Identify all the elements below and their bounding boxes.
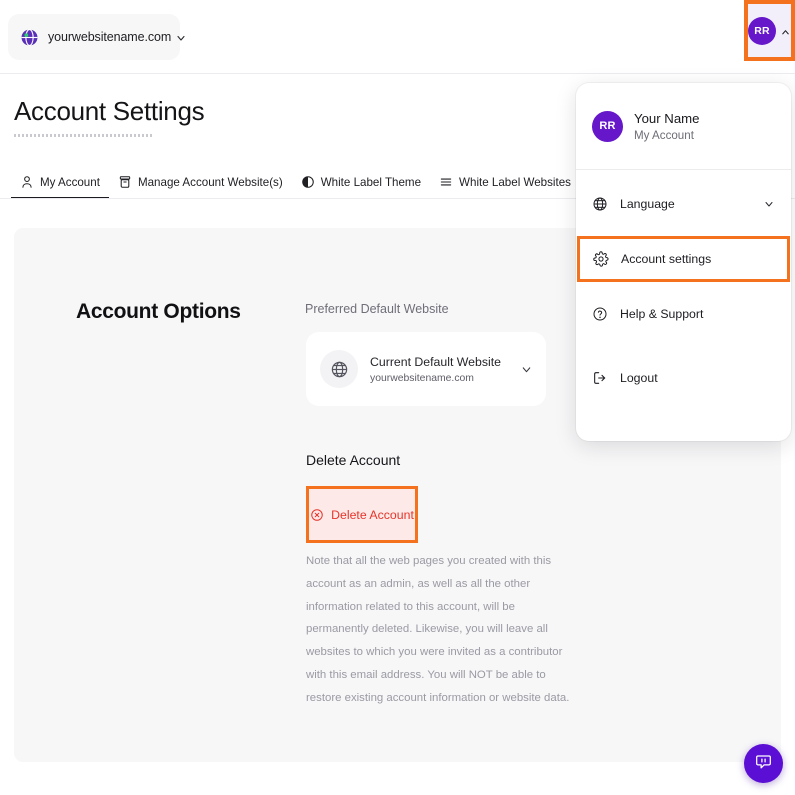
account-avatar-button[interactable]: RR: [744, 0, 795, 61]
gear-icon: [593, 251, 609, 267]
delete-account-note: Note that all the web pages you created …: [306, 550, 578, 710]
menu-item-help-support[interactable]: Help & Support: [576, 282, 791, 346]
globe-icon: [20, 28, 39, 47]
account-dropdown-menu: RR Your Name My Account Language: [576, 83, 791, 441]
site-selector[interactable]: yourwebsitename.com: [8, 14, 180, 60]
tab-white-label-theme[interactable]: White Label Theme: [292, 165, 430, 199]
user-icon: [20, 175, 34, 189]
menu-profile-subtitle: My Account: [634, 129, 700, 142]
chevron-down-icon: [175, 31, 187, 43]
archive-icon: [118, 175, 132, 189]
app-root: yourwebsitename.com RR Account Settings: [0, 0, 795, 795]
tab-my-account[interactable]: My Account: [11, 165, 109, 199]
menu-items: Language Account settings: [576, 170, 791, 410]
menu-item-language[interactable]: Language: [576, 172, 791, 236]
logout-icon: [592, 370, 608, 386]
menu-item-label: Help & Support: [620, 307, 775, 321]
globe-icon: [592, 196, 608, 212]
default-website-subtitle: yourwebsitename.com: [370, 373, 516, 384]
tab-manage-account-websites[interactable]: Manage Account Website(s): [109, 165, 292, 199]
section-title: Account Options: [76, 300, 241, 324]
tab-label: White Label Theme: [321, 176, 421, 189]
menu-item-label: Language: [620, 197, 751, 211]
globe-icon: [320, 350, 358, 388]
avatar: RR: [748, 17, 776, 45]
title-underline-decoration: [14, 134, 154, 137]
chat-bubble-icon: [754, 752, 773, 776]
tab-label: White Label Websites: [459, 176, 571, 189]
delete-account-button[interactable]: Delete Account: [306, 486, 418, 543]
chat-support-button[interactable]: [744, 744, 783, 783]
delete-account-button-label: Delete Account: [331, 508, 414, 522]
menu-item-label: Logout: [620, 371, 775, 385]
x-circle-icon: [310, 508, 324, 522]
default-website-selector[interactable]: Current Default Website yourwebsitename.…: [306, 332, 546, 406]
help-circle-icon: [592, 306, 608, 322]
delete-account-heading: Delete Account: [306, 452, 400, 468]
chevron-up-icon: [780, 25, 791, 36]
default-website-title: Current Default Website: [370, 355, 516, 369]
menu-profile-texts: Your Name My Account: [634, 111, 700, 142]
menu-profile-name: Your Name: [634, 111, 700, 126]
page-title: Account Settings: [14, 96, 204, 127]
preferred-default-website-label: Preferred Default Website: [305, 302, 449, 316]
menu-item-account-settings[interactable]: Account settings: [577, 236, 790, 282]
tab-label: My Account: [40, 176, 100, 189]
list-lines-icon: [439, 175, 453, 189]
chevron-down-icon: [763, 198, 775, 210]
default-website-texts: Current Default Website yourwebsitename.…: [370, 355, 516, 384]
delete-account-button-content: Delete Account: [310, 508, 414, 522]
tab-label: Manage Account Website(s): [138, 176, 283, 189]
tab-white-label-websites[interactable]: White Label Websites: [430, 165, 580, 199]
menu-profile-row[interactable]: RR Your Name My Account: [576, 83, 791, 169]
site-selector-label: yourwebsitename.com: [48, 30, 171, 44]
chevron-down-icon: [520, 363, 532, 375]
menu-item-logout[interactable]: Logout: [576, 346, 791, 410]
top-bar: yourwebsitename.com RR: [0, 0, 795, 74]
avatar: RR: [592, 111, 623, 142]
contrast-circle-icon: [301, 175, 315, 189]
menu-item-label: Account settings: [621, 252, 774, 266]
